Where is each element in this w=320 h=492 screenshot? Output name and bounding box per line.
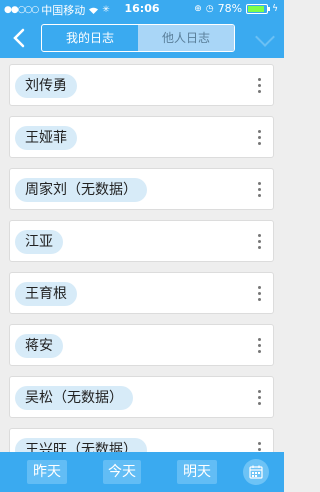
chevron-left-icon: [13, 28, 25, 48]
more-vertical-icon[interactable]: [257, 234, 261, 250]
alarm-icon: ◷: [205, 3, 214, 14]
tab-others-logs[interactable]: 他人日志: [138, 25, 234, 51]
list-item[interactable]: 王育根: [9, 272, 274, 314]
more-vertical-icon[interactable]: [257, 182, 261, 198]
tab-my-logs[interactable]: 我的日志: [42, 25, 138, 51]
list-item[interactable]: 王兴旺（无数据）: [9, 428, 274, 452]
person-name: 蒋安: [15, 334, 63, 358]
calendar-icon: [249, 465, 263, 479]
more-vertical-icon[interactable]: [257, 442, 261, 452]
person-name: 王兴旺（无数据）: [15, 438, 147, 452]
people-list: 刘传勇 王娅菲 周家刘（无数据） 江亚 王育根 蒋安 吴松（无数据） 王兴旺（无…: [0, 58, 284, 452]
list-item[interactable]: 王娅菲: [9, 116, 274, 158]
battery-icon: [246, 3, 271, 14]
charging-icon: ϟ: [272, 3, 278, 14]
bottom-bar: 昨天 今天 明天: [0, 452, 284, 492]
more-vertical-icon[interactable]: [257, 78, 261, 94]
lock-rotation-icon: ⊕: [194, 3, 202, 14]
person-name: 周家刘（无数据）: [15, 178, 147, 202]
yesterday-button[interactable]: 昨天: [27, 460, 67, 484]
person-name: 刘传勇: [15, 74, 77, 98]
tomorrow-button[interactable]: 明天: [177, 460, 217, 484]
list-item[interactable]: 蒋安: [9, 324, 274, 366]
nav-bar: 我的日志 他人日志: [0, 18, 284, 58]
nav-right-faint-icon: [255, 27, 275, 47]
person-name: 王育根: [15, 282, 77, 306]
today-button[interactable]: 今天: [103, 460, 141, 484]
list-item[interactable]: 周家刘（无数据）: [9, 168, 274, 210]
back-button[interactable]: [8, 25, 30, 51]
more-vertical-icon[interactable]: [257, 130, 261, 146]
more-vertical-icon[interactable]: [257, 390, 261, 406]
status-bar: ●●○○○ 中国移动 ✳ 16:06 ⊕ ◷ 78% ϟ: [0, 0, 284, 18]
more-vertical-icon[interactable]: [257, 286, 261, 302]
calendar-button[interactable]: [243, 459, 269, 485]
more-vertical-icon[interactable]: [257, 338, 261, 354]
status-right: ⊕ ◷ 78% ϟ: [194, 2, 278, 15]
list-item[interactable]: 江亚: [9, 220, 274, 262]
list-item[interactable]: 刘传勇: [9, 64, 274, 106]
list-item[interactable]: 吴松（无数据）: [9, 376, 274, 418]
battery-percent: 78%: [217, 2, 243, 15]
log-segmented-control: 我的日志 他人日志: [41, 24, 235, 52]
person-name: 吴松（无数据）: [15, 386, 133, 410]
person-name: 王娅菲: [15, 126, 77, 150]
person-name: 江亚: [15, 230, 63, 254]
